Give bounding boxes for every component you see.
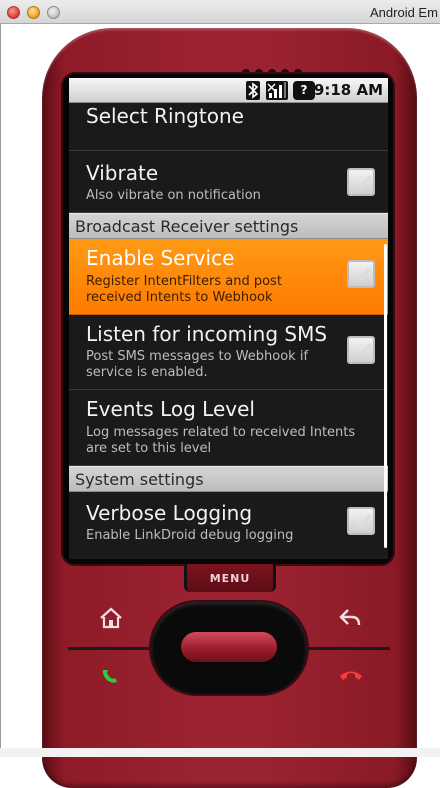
listen-sms-checkbox[interactable]: [347, 336, 375, 364]
back-icon[interactable]: [338, 607, 362, 635]
verbose-logging-preference[interactable]: Verbose Logging Enable LinkDroid debug l…: [69, 492, 388, 558]
call-icon[interactable]: [99, 664, 123, 692]
key-divider-right: [306, 647, 390, 650]
broadcast-category-header: Broadcast Receiver settings: [69, 213, 388, 239]
ringtone-preference[interactable]: Select Ringtone: [69, 103, 388, 151]
vibrate-checkbox[interactable]: [347, 168, 375, 196]
listen-sms-summary: Post SMS messages to Webhook if service …: [86, 349, 309, 380]
system-category-header: System settings: [69, 466, 388, 492]
window-title: Android Em: [370, 5, 438, 20]
ringtone-title: Select Ringtone: [86, 104, 244, 128]
zoom-window-button[interactable]: [47, 6, 60, 19]
window-border: [0, 24, 1, 757]
verbose-logging-title: Verbose Logging: [86, 501, 253, 525]
help-icon: ?: [293, 81, 315, 100]
vibrate-title: Vibrate: [86, 161, 159, 185]
signal-icon: [266, 81, 288, 100]
enable-service-summary: Register IntentFilters and post received…: [86, 274, 282, 305]
window-titlebar: Android Em: [0, 0, 440, 24]
key-divider-left: [68, 647, 153, 650]
events-log-summary: Log messages related to received Intents…: [86, 425, 356, 456]
status-bar: ? 9:18 AM: [69, 78, 388, 103]
home-icon[interactable]: [99, 607, 123, 635]
vibrate-preference[interactable]: Vibrate Also vibrate on notification: [69, 151, 388, 213]
trackball-button[interactable]: [181, 632, 277, 662]
events-log-title: Events Log Level: [86, 397, 255, 421]
status-time: 9:18 AM: [313, 81, 383, 99]
close-window-button[interactable]: [7, 6, 20, 19]
listen-sms-preference[interactable]: Listen for incoming SMS Post SMS message…: [69, 315, 388, 390]
enable-service-preference[interactable]: Enable Service Register IntentFilters an…: [69, 239, 388, 315]
enable-service-title: Enable Service: [86, 246, 235, 270]
menu-button[interactable]: MENU: [184, 564, 276, 592]
bluetooth-icon: [246, 81, 260, 100]
emulator-footer: [0, 748, 440, 757]
verbose-logging-checkbox[interactable]: [347, 507, 375, 535]
scrollbar[interactable]: [384, 244, 387, 548]
listen-sms-title: Listen for incoming SMS: [86, 322, 328, 346]
phone-screen: ? 9:18 AM Select Ringtone Vibrate Also v…: [69, 78, 388, 559]
settings-list: Select Ringtone Vibrate Also vibrate on …: [69, 103, 388, 558]
verbose-logging-summary: Enable LinkDroid debug logging: [86, 528, 294, 543]
events-log-preference[interactable]: Events Log Level Log messages related to…: [69, 390, 388, 466]
enable-service-checkbox[interactable]: [347, 260, 375, 288]
vibrate-summary: Also vibrate on notification: [86, 188, 261, 203]
end-call-icon[interactable]: [338, 664, 364, 692]
minimize-window-button[interactable]: [27, 6, 40, 19]
